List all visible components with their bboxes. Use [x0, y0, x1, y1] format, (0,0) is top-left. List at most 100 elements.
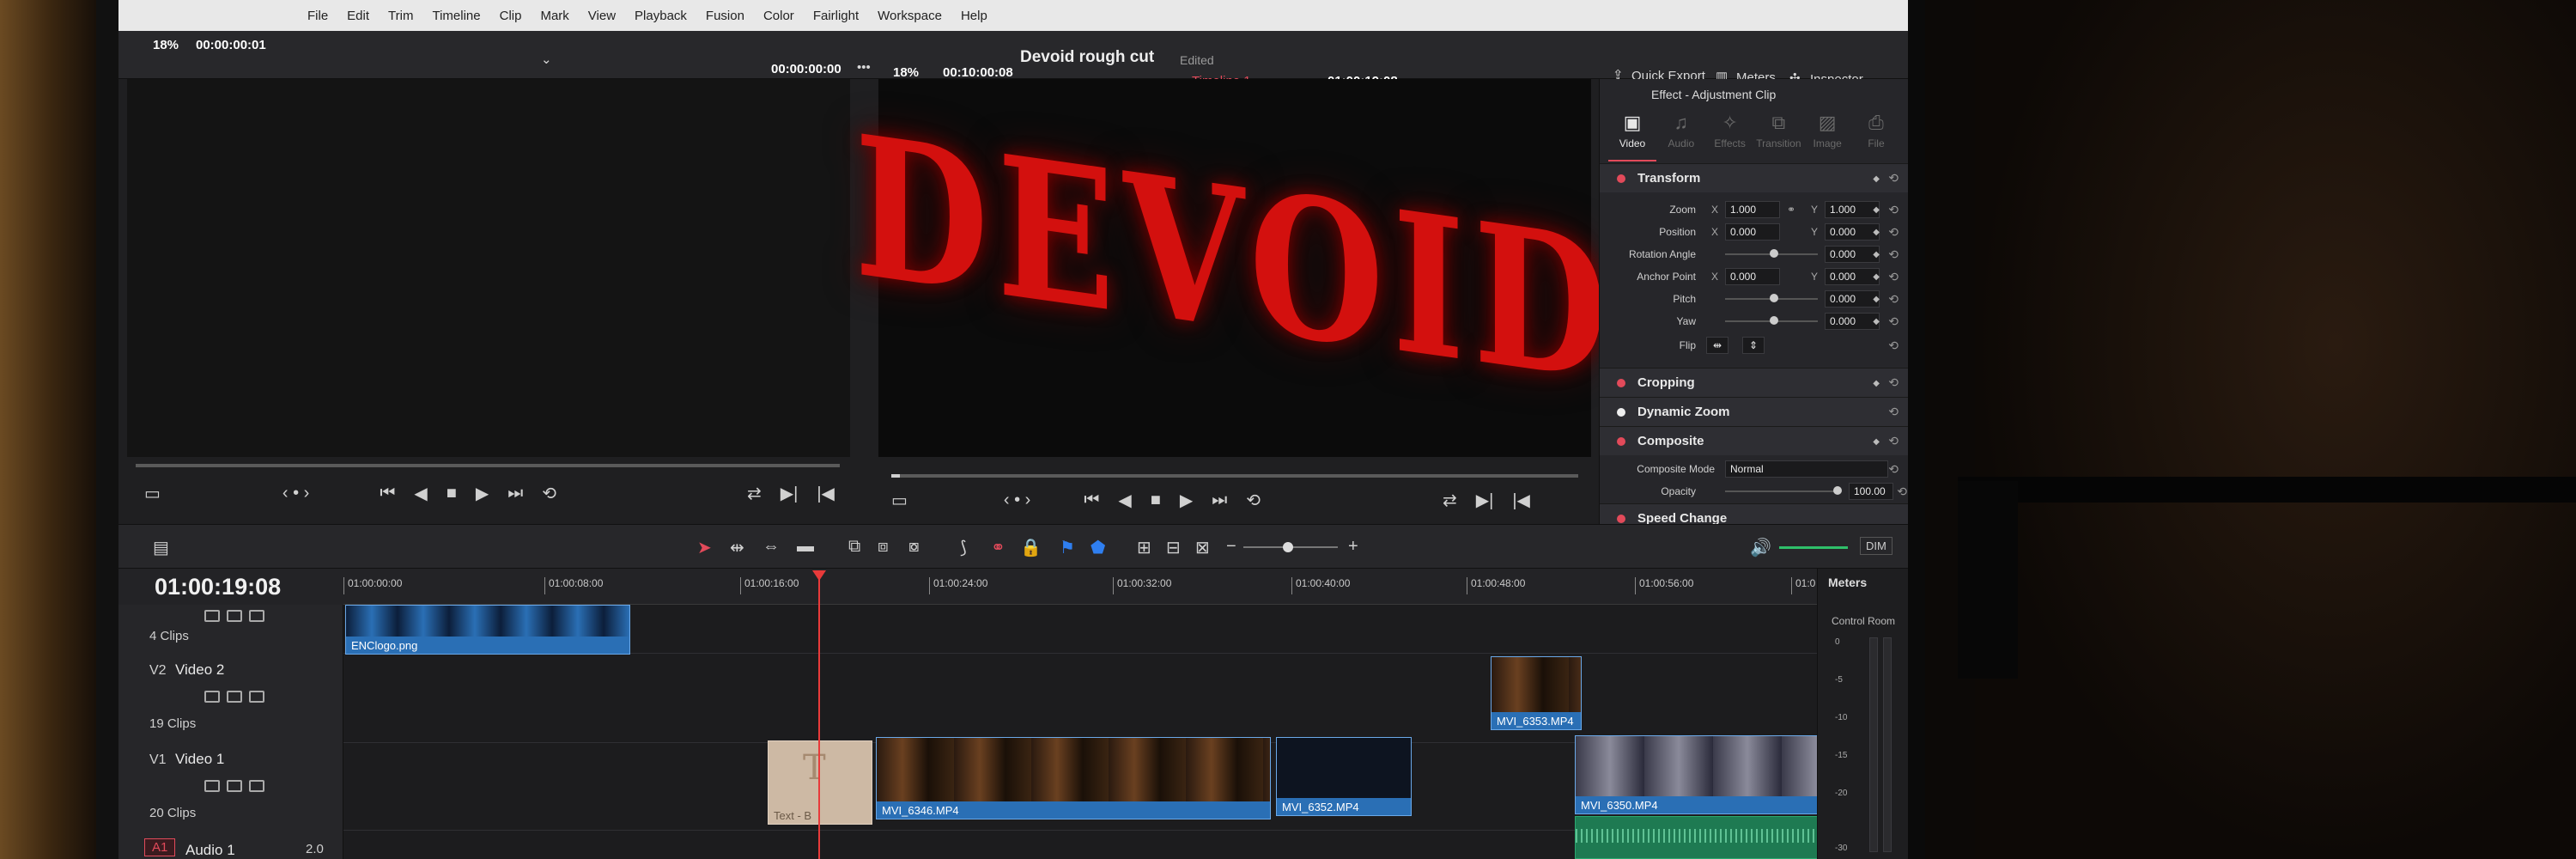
menu-timeline[interactable]: Timeline: [432, 9, 480, 23]
skip-to-end-icon[interactable]: ⏭: [1212, 490, 1227, 510]
reset-icon[interactable]: ⟲: [1888, 338, 1899, 353]
anchor-x-field[interactable]: 0.000: [1725, 268, 1780, 285]
enable-toggle[interactable]: [1617, 174, 1625, 183]
skip-to-start-icon[interactable]: ⏮: [1084, 490, 1099, 510]
linked-selection-icon[interactable]: ⚭: [991, 537, 1005, 558]
skip-to-start-icon[interactable]: ⏮: [380, 484, 395, 503]
lock-icon[interactable]: [204, 610, 220, 622]
reset-icon[interactable]: ⟲: [1897, 484, 1907, 499]
clip-text[interactable]: T Text - B: [768, 740, 872, 825]
volume-slider[interactable]: [1779, 546, 1848, 549]
viewer-mode-icon[interactable]: ▭: [144, 483, 161, 504]
rotation-field[interactable]: 0.000: [1825, 246, 1880, 263]
opacity-field[interactable]: 100.00: [1849, 483, 1893, 500]
zoom-in-icon[interactable]: +: [1348, 537, 1358, 557]
tab-file[interactable]: ⎙ File: [1852, 112, 1900, 161]
play-reverse-icon[interactable]: ◀: [1118, 490, 1131, 511]
reset-icon[interactable]: ⟲: [1888, 375, 1899, 390]
play-reverse-icon[interactable]: ◀: [414, 483, 427, 504]
reset-icon[interactable]: ⟲: [1888, 434, 1899, 448]
composite-mode-select[interactable]: Normal: [1725, 460, 1888, 478]
dim-button[interactable]: DIM: [1860, 537, 1893, 555]
skip-to-end-icon[interactable]: ⏭: [507, 484, 523, 503]
menu-trim[interactable]: Trim: [388, 9, 413, 23]
tab-video[interactable]: ▣ Video: [1608, 112, 1656, 161]
marker-icon[interactable]: ⬟: [1091, 537, 1105, 558]
link-icon[interactable]: ⚭: [1787, 204, 1795, 216]
zoom-custom-icon[interactable]: ⊠: [1195, 537, 1210, 558]
source-scrubber[interactable]: [136, 464, 840, 467]
keyframe-icon[interactable]: ◆: [1873, 295, 1880, 304]
flip-vertical-icon[interactable]: ⇕: [1742, 337, 1765, 354]
tab-effects[interactable]: ✧ Effects: [1706, 112, 1754, 161]
reset-icon[interactable]: ⟲: [1888, 171, 1899, 186]
reset-icon[interactable]: ⟲: [1888, 203, 1899, 217]
auto-select-icon[interactable]: [227, 691, 242, 703]
menu-mark[interactable]: Mark: [540, 9, 568, 23]
dynamic-zoom-section[interactable]: Dynamic Zoom ⟲: [1600, 397, 1908, 426]
snapping-icon[interactable]: ⟆: [960, 537, 967, 558]
reset-icon[interactable]: ⟲: [1888, 247, 1899, 262]
keyframe-icon[interactable]: ◆: [1873, 379, 1880, 388]
play-icon[interactable]: ▶: [476, 483, 489, 504]
blade-tool-icon[interactable]: ▬: [797, 537, 814, 557]
enable-toggle[interactable]: [1617, 515, 1625, 523]
lock-icon[interactable]: [204, 780, 220, 792]
menu-color[interactable]: Color: [763, 9, 794, 23]
volume-icon[interactable]: 🔊: [1750, 537, 1771, 558]
reset-icon[interactable]: ⟲: [1888, 462, 1899, 477]
match-frame-icon[interactable]: ⇄: [1443, 490, 1457, 511]
a1-track-id[interactable]: A1: [144, 838, 176, 856]
track-visibility-icon[interactable]: [249, 780, 264, 792]
clip-mvi-6346[interactable]: MVI_6346.MP4: [876, 737, 1271, 819]
a1-track-name[interactable]: Audio 1: [185, 842, 235, 859]
cropping-section[interactable]: Cropping ◆ ⟲: [1600, 368, 1908, 397]
opacity-slider-knob[interactable]: [1833, 486, 1842, 495]
layout-options-icon[interactable]: ▤: [153, 537, 169, 558]
menu-view[interactable]: View: [588, 9, 616, 23]
timeline-scrubber[interactable]: [891, 474, 1578, 478]
zoom-y-field[interactable]: 1.000: [1825, 201, 1880, 218]
rotation-slider-knob[interactable]: [1770, 249, 1778, 258]
tab-transition[interactable]: ⧉ Transition: [1754, 112, 1802, 161]
source-zoom[interactable]: 18%: [153, 38, 179, 52]
menu-playback[interactable]: Playback: [635, 9, 687, 23]
jog-control-icon[interactable]: ‹ • ›: [1004, 490, 1030, 510]
overwrite-clip-icon[interactable]: ⧈: [878, 537, 889, 557]
menu-fusion[interactable]: Fusion: [706, 9, 744, 23]
dynamic-trim-icon[interactable]: ⇔: [762, 537, 780, 557]
composite-section[interactable]: Composite ◆ ⟲: [1600, 426, 1908, 455]
position-x-field[interactable]: 0.000: [1725, 223, 1780, 241]
auto-select-icon[interactable]: [227, 780, 242, 792]
stop-icon[interactable]: ■: [1151, 490, 1161, 510]
lock-icon[interactable]: [204, 691, 220, 703]
clip-mvi-6353[interactable]: MVI_6353.MP4: [1491, 656, 1582, 730]
enable-toggle[interactable]: [1617, 408, 1625, 417]
track-visibility-icon[interactable]: [249, 691, 264, 703]
next-edit-icon[interactable]: ▶|: [781, 483, 799, 504]
record-zoom[interactable]: 18%: [893, 65, 919, 80]
v2-track-name[interactable]: Video 2: [175, 661, 224, 679]
zoom-x-field[interactable]: 1.000: [1725, 201, 1780, 218]
enable-toggle[interactable]: [1617, 379, 1625, 387]
stop-icon[interactable]: ■: [447, 484, 457, 503]
clip-enclogo[interactable]: ENClogo.png: [345, 605, 630, 655]
selection-tool-icon[interactable]: ➤: [697, 537, 712, 558]
zoom-detail-icon[interactable]: ⊟: [1166, 537, 1181, 558]
flip-horizontal-icon[interactable]: ⇹: [1706, 337, 1728, 354]
next-edit-icon[interactable]: ▶|: [1476, 490, 1494, 511]
loop-icon[interactable]: ⟲: [542, 483, 556, 504]
timeline-tracks[interactable]: ENClogo.png MVI_6353.MP4 T Text - B MVI_…: [343, 605, 1908, 859]
pitch-field[interactable]: 0.000: [1825, 290, 1880, 308]
menu-edit[interactable]: Edit: [347, 9, 369, 23]
trim-tool-icon[interactable]: ⇹: [730, 537, 744, 558]
keyframe-icon[interactable]: ◆: [1873, 250, 1880, 259]
reset-icon[interactable]: ⟲: [1888, 225, 1899, 240]
keyframe-icon[interactable]: ◆: [1873, 205, 1880, 215]
timeline-ruler[interactable]: 01:00:00:00 01:00:08:00 01:00:16:00 01:0…: [343, 569, 1817, 605]
reset-icon[interactable]: ⟲: [1888, 405, 1899, 419]
tab-audio[interactable]: ♫ Audio: [1657, 112, 1705, 161]
position-y-field[interactable]: 0.000: [1825, 223, 1880, 241]
keyframe-icon[interactable]: ◆: [1873, 317, 1880, 326]
viewer-mode-icon[interactable]: ▭: [891, 490, 908, 511]
